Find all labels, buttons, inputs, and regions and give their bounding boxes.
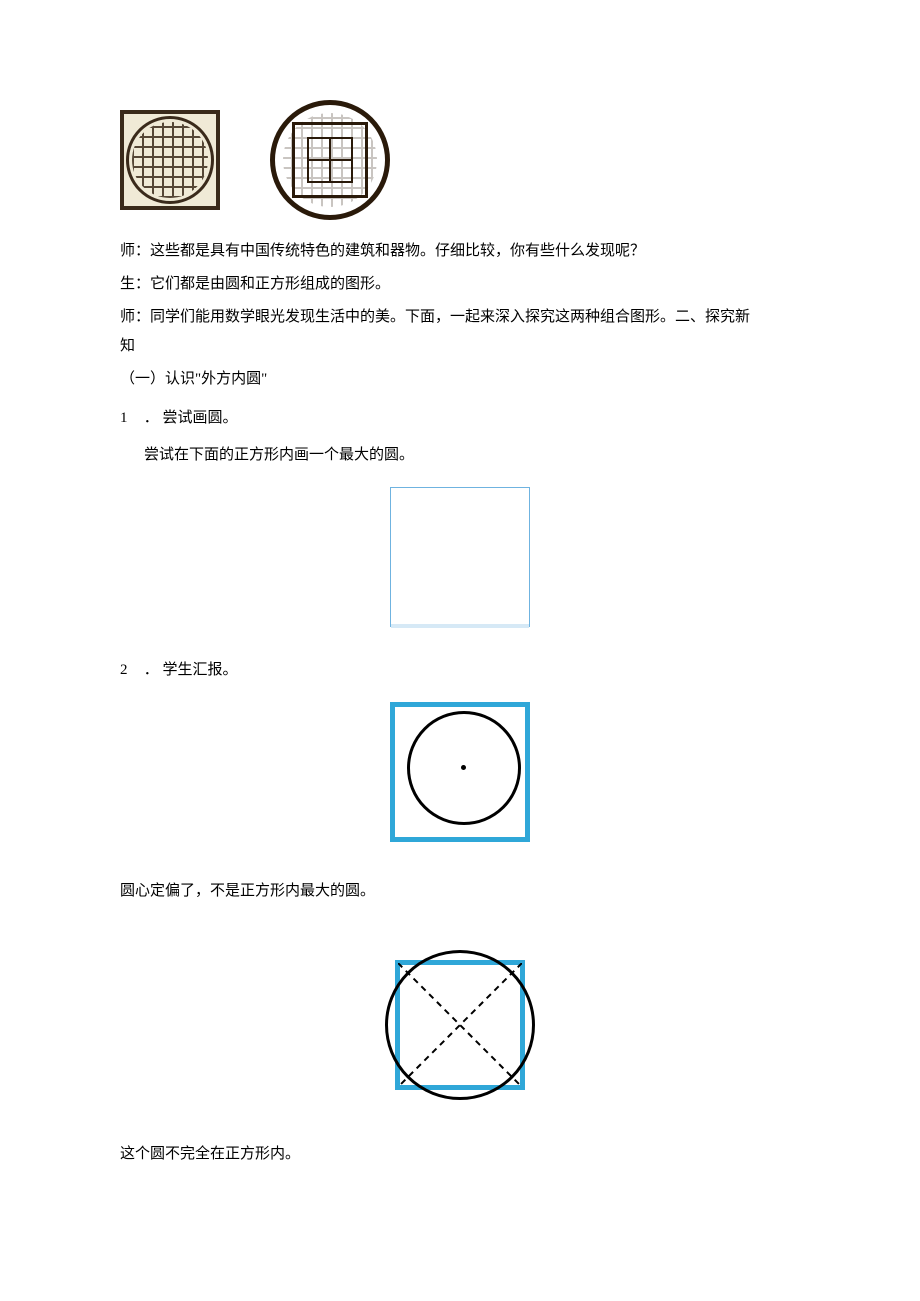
lattice-circle-inner-square — [292, 122, 368, 198]
list-item-2: 2 ． 学生汇报。 — [120, 657, 800, 684]
item-separator: ． — [144, 662, 159, 678]
item-1-description: 尝试在下面的正方形内画一个最大的圆。 — [120, 442, 800, 469]
oversize-circle — [385, 950, 535, 1100]
square-oversize-circle-figure — [380, 945, 540, 1105]
item-title: 尝试画圆。 — [163, 410, 238, 426]
teacher-dialog-2b: 知 — [120, 333, 800, 360]
decorative-images-row — [120, 100, 800, 220]
note-offset-center: 圆心定偏了，不是正方形内最大的圆。 — [120, 878, 800, 905]
item-separator: ． — [144, 410, 159, 426]
teacher-dialog-1: 师：这些都是具有中国传统特色的建筑和器物。仔细比较，你有些什么发现呢？ — [120, 238, 800, 265]
teacher-dialog-2a: 师：同学们能用数学眼光发现生活中的美。下面，一起来深入探究这两种组合图形。二、探… — [120, 304, 800, 331]
list-item-1: 1 ． 尝试画圆。 — [120, 405, 800, 432]
note-circle-overflow: 这个圆不完全在正方形内。 — [120, 1141, 800, 1168]
empty-square-figure — [390, 487, 530, 627]
figure-1-container — [120, 487, 800, 627]
lattice-circle-ornament — [270, 100, 390, 220]
figure-3-container — [120, 945, 800, 1105]
item-title: 学生汇报。 — [163, 662, 238, 678]
square-offset-circle-figure — [390, 702, 530, 842]
subsection-heading: （一）认识"外方内圆" — [120, 366, 800, 393]
figure-2-container — [120, 702, 800, 842]
item-number: 2 — [120, 657, 140, 684]
student-dialog: 生：它们都是由圆和正方形组成的图形。 — [120, 271, 800, 298]
lattice-square-ornament — [120, 110, 220, 210]
circle-center-dot — [461, 765, 466, 770]
item-number: 1 — [120, 405, 140, 432]
lattice-square-pattern — [132, 122, 208, 198]
